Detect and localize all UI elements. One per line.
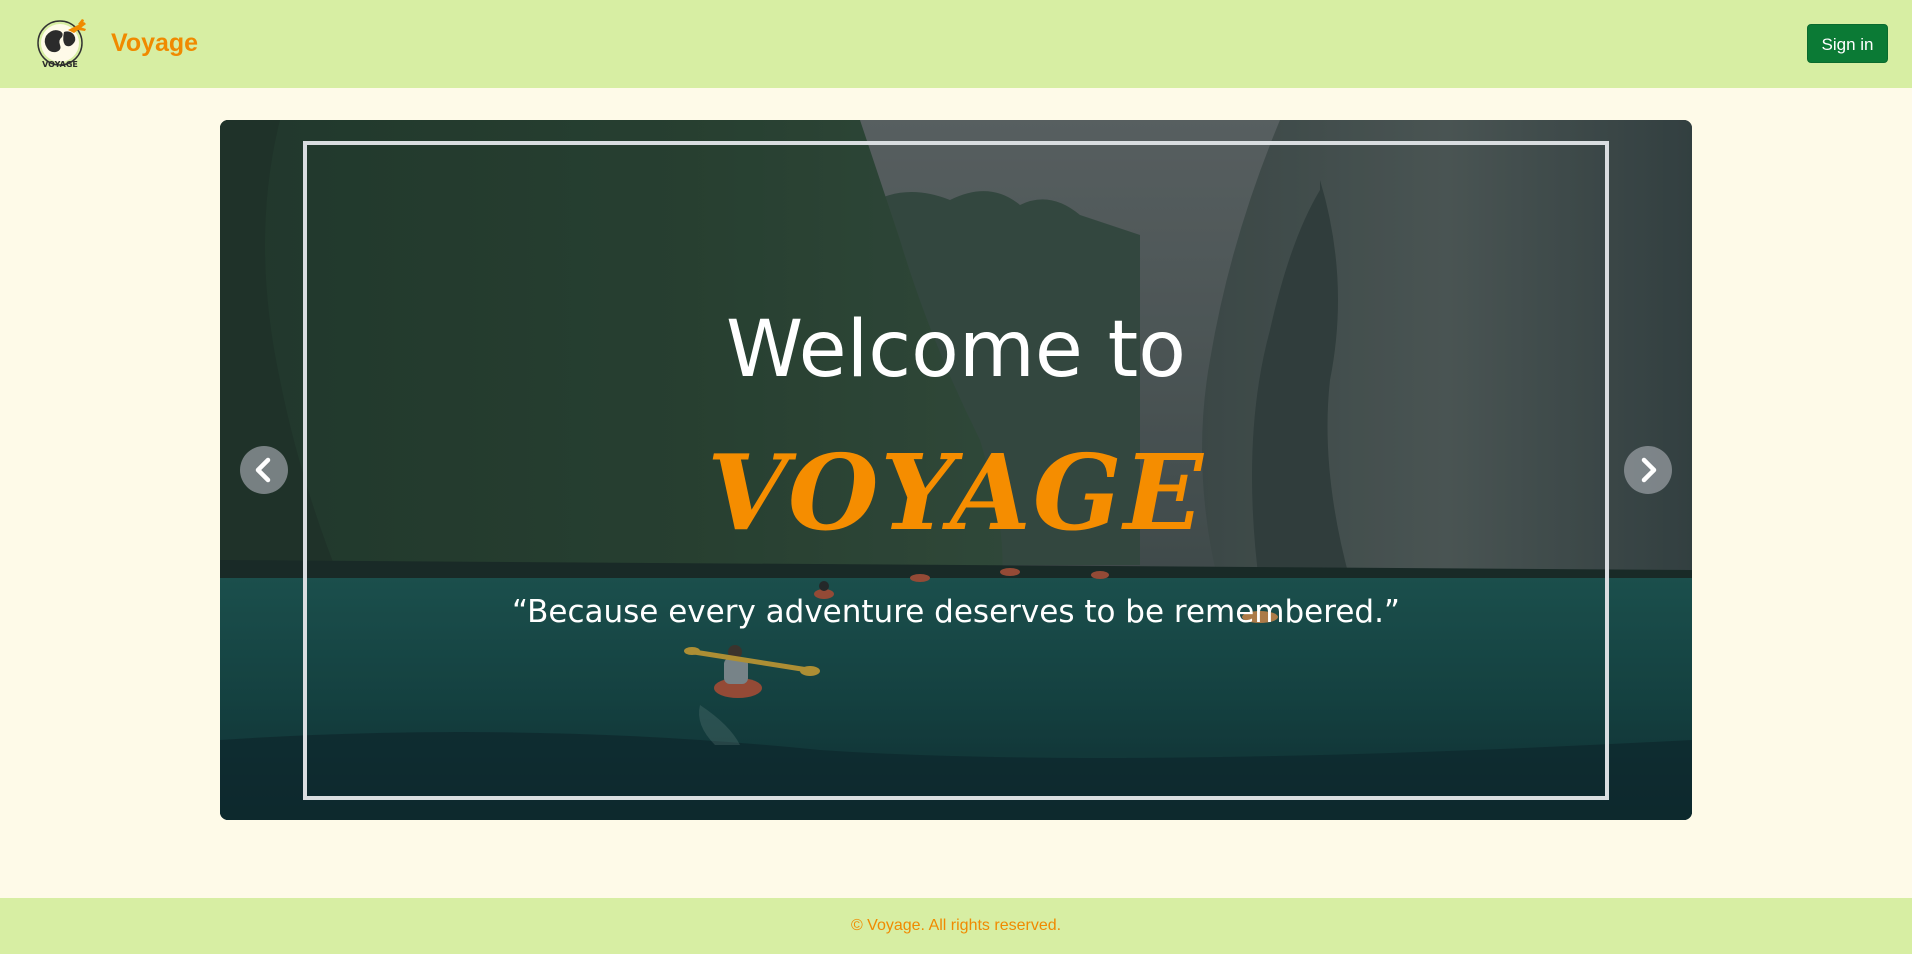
hero-welcome-heading: Welcome to <box>726 305 1186 395</box>
sign-in-button[interactable]: Sign in <box>1807 24 1888 63</box>
chevron-right-icon <box>1641 457 1657 483</box>
hero-brand-title: VOYAGE <box>707 431 1205 554</box>
hero-tagline-quote: “Because every adventure deserves to be … <box>512 594 1400 630</box>
footer-copyright: © Voyage. All rights reserved. <box>850 917 1062 934</box>
carousel-prev-button[interactable] <box>240 446 288 494</box>
voyage-logo[interactable]: VOYAGE <box>34 18 94 70</box>
svg-text:VOYAGE: VOYAGE <box>42 60 78 69</box>
page-footer: © Voyage. All rights reserved. <box>0 898 1912 954</box>
hero-carousel: Welcome to VOYAGE “Because every adventu… <box>220 120 1692 820</box>
chevron-left-icon <box>255 457 271 483</box>
brand-name[interactable]: Voyage <box>111 28 198 58</box>
carousel-next-button[interactable] <box>1624 446 1672 494</box>
top-navbar: VOYAGE Voyage Sign in <box>0 0 1912 88</box>
